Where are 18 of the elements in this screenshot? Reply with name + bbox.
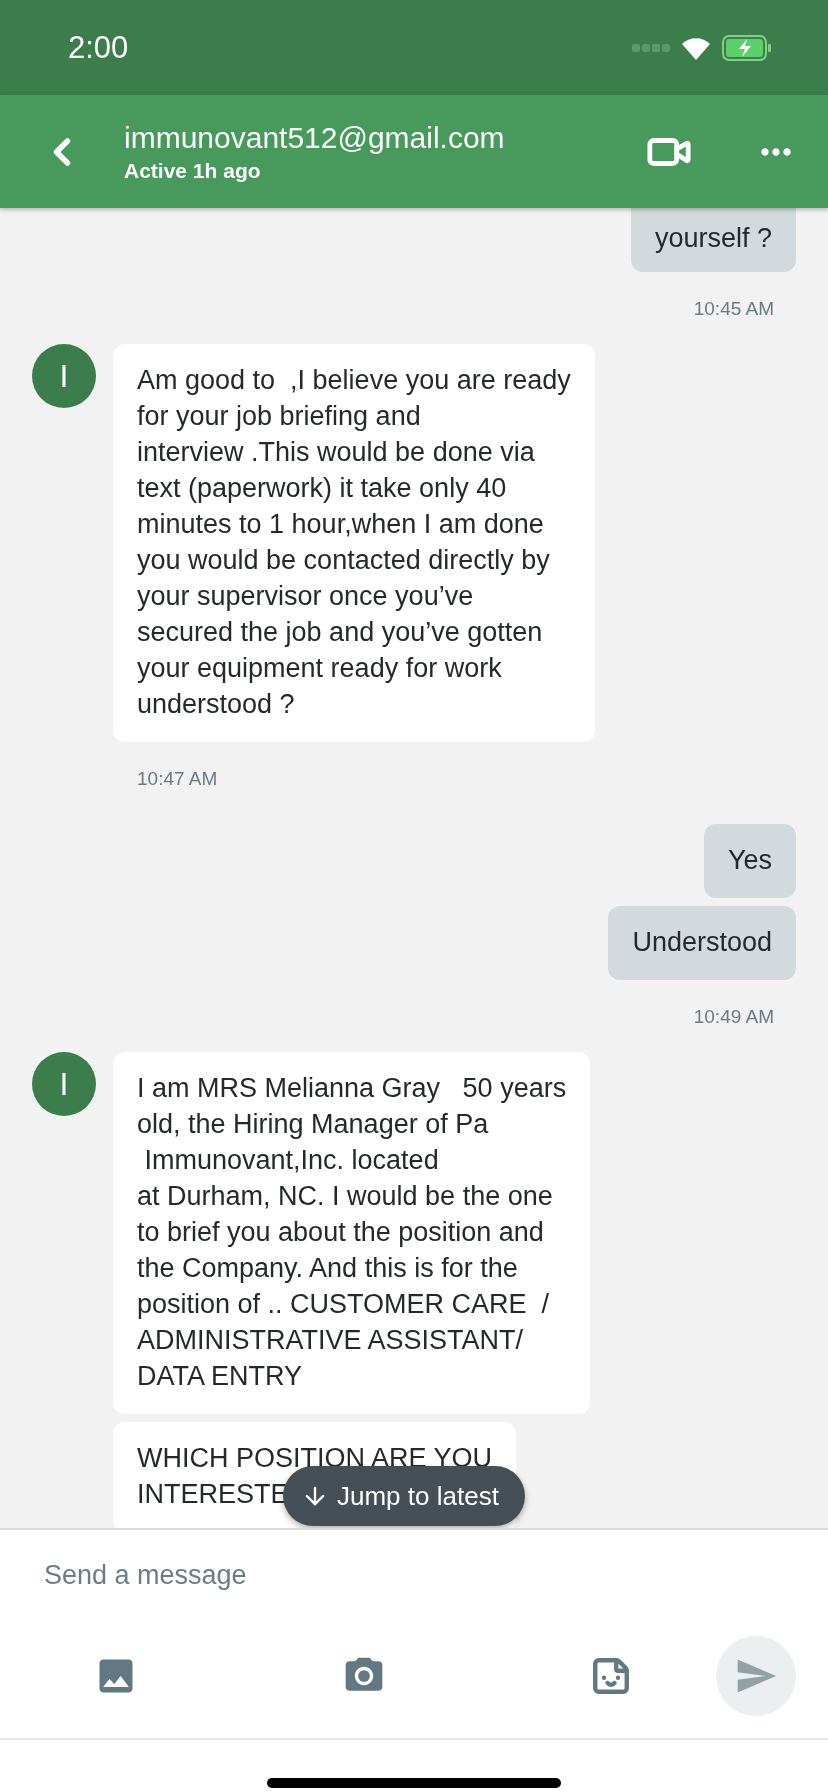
timestamp: 10:49 AM bbox=[693, 1006, 774, 1028]
timestamp: 10:47 AM bbox=[137, 768, 218, 790]
contact-email: immunovant512@gmail.com bbox=[124, 120, 506, 155]
message-bubble: I am MRS Melianna Gray 50 years old, the Hiring Manager of Pa Immunovant,Inc. located at Durham, NC. I would be the one to brief you about the position and the Company. And this is for the position of .. CUSTOMER CARE / ADMINISTRATIVE ASSISTANT/ DATA ENTRY bbox=[113, 1052, 591, 1414]
message-bubble: yourself ? bbox=[630, 208, 796, 272]
status-time: 2:00 bbox=[68, 29, 129, 66]
avatar: I bbox=[32, 1052, 96, 1116]
message-input[interactable]: Send a message bbox=[42, 1554, 546, 1596]
sticker-icon[interactable] bbox=[590, 1655, 632, 1697]
activity-status: Active 1h ago bbox=[124, 158, 262, 183]
avatar: I bbox=[32, 344, 96, 408]
message-bubble: Am good to ,I believe you are ready for your job briefing and interview .This would be done via text (paperwork) it take only 40 minutes to 1 hour,when I am done you would be contacted directly by your supervisor once you’ve secured the job and you’ve gotten your equipment ready for work understood ? bbox=[113, 344, 595, 742]
timestamp: 10:45 AM bbox=[693, 298, 774, 320]
wifi-icon bbox=[680, 35, 712, 60]
signal-icon bbox=[632, 42, 670, 53]
message-bubble: Understood bbox=[608, 906, 796, 980]
message-bubble: Yes bbox=[703, 824, 796, 898]
battery-icon bbox=[722, 34, 772, 61]
